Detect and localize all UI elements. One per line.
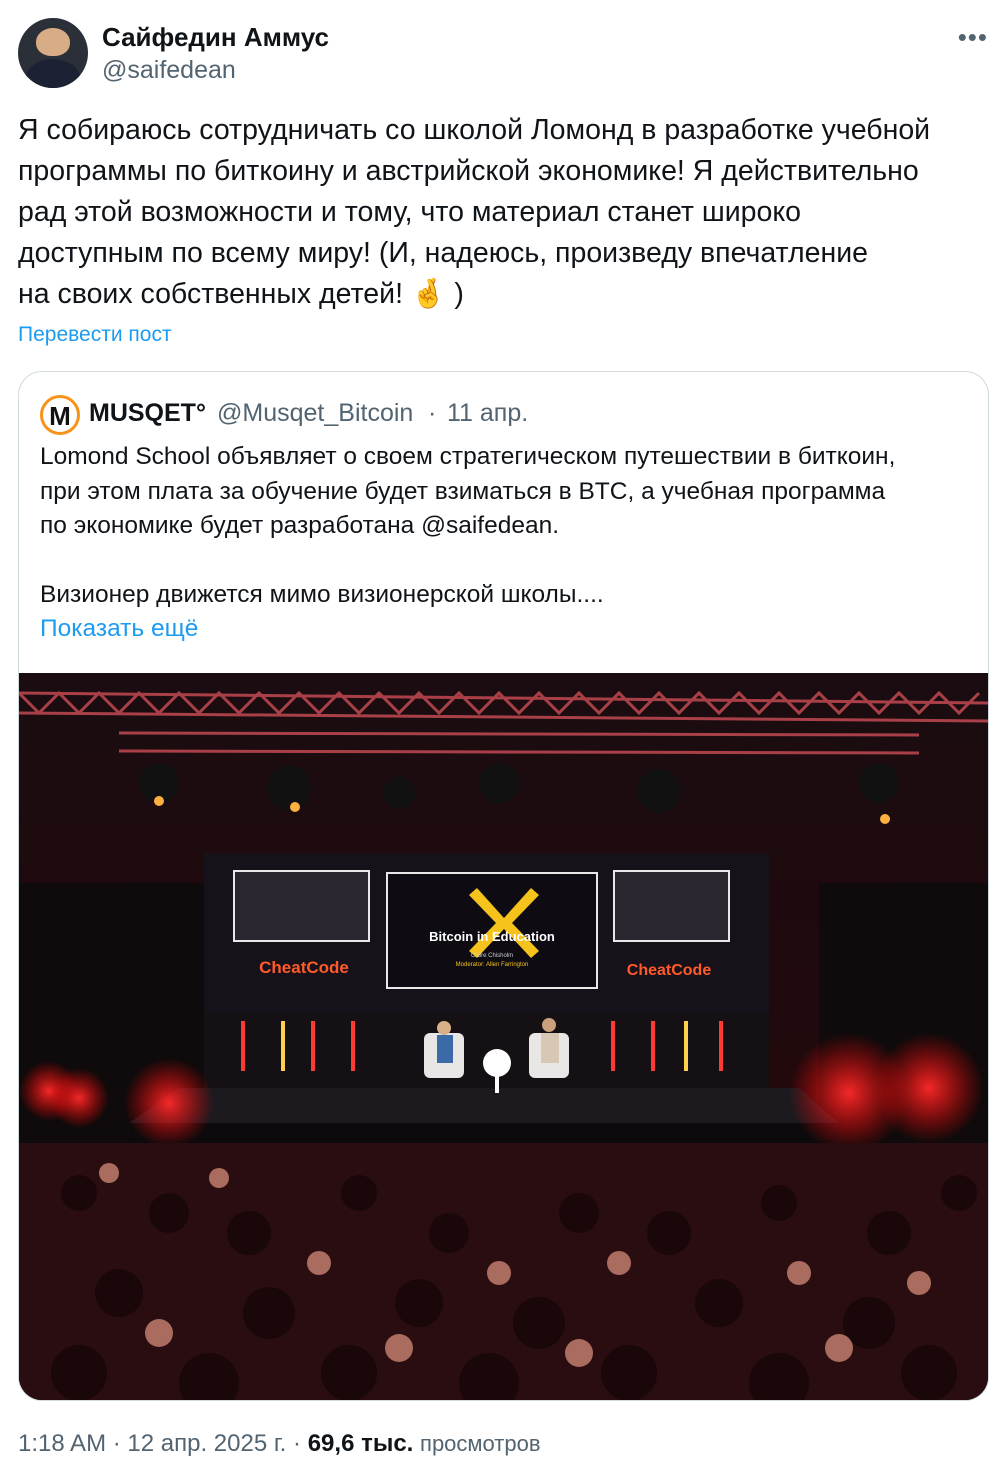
author-avatar[interactable]	[18, 18, 88, 88]
footer-separator-2: ·	[293, 1430, 302, 1457]
footer-separator-1: ·	[112, 1430, 121, 1457]
post-date[interactable]: 12 апр. 2025 г.	[127, 1430, 286, 1457]
quote-author-name[interactable]: MUSQET°	[89, 399, 206, 428]
quote-date[interactable]: 11 апр.	[447, 399, 528, 428]
author-name[interactable]: Сайфедин Аммус	[102, 22, 329, 53]
more-icon[interactable]: •••	[958, 22, 988, 53]
views-label: просмотров	[420, 1431, 541, 1456]
quote-photo[interactable]: CheatCode CheatCode Bitcoin in Education…	[19, 673, 988, 1400]
post-time[interactable]: 1:18 AM	[18, 1430, 106, 1457]
screen-title: Bitcoin in Education	[429, 929, 555, 944]
tweet-text: Я собираюсь сотрудничать со школой Ломон…	[18, 114, 931, 310]
tweet-footer: 1:18 AM · 12 апр. 2025 г. · 69,6 тыс. пр…	[18, 1430, 541, 1458]
screen-names: Claire Chisholm	[471, 953, 513, 959]
quoted-tweet[interactable]: M MUSQET° @Musqet_Bitcoin · 11 апр. Lomo…	[18, 371, 989, 1401]
show-more-link[interactable]: Показать ещё	[40, 615, 198, 643]
quote-separator: ·	[428, 399, 437, 427]
author-handle[interactable]: @saifedean	[102, 56, 236, 85]
quote-text: Lomond School объявляет о своем стратеги…	[40, 443, 896, 608]
stage-photo-illustration: CheatCode CheatCode Bitcoin in Education…	[19, 673, 988, 1400]
quote-avatar-letter: M	[49, 401, 71, 431]
views-count: 69,6 тыс.	[307, 1430, 414, 1457]
translate-post-link[interactable]: Перевести пост	[18, 323, 172, 347]
quote-avatar[interactable]: M	[40, 395, 80, 435]
tweet-header: Сайфедин Аммус @saifedean •••	[18, 18, 990, 90]
side-logo-right: CheatCode	[627, 962, 712, 979]
quote-author-handle[interactable]: @Musqet_Bitcoin	[217, 399, 413, 428]
side-logo-left: CheatCode	[259, 958, 349, 977]
screen-moderator: Moderator: Allen Farrington	[456, 962, 529, 968]
